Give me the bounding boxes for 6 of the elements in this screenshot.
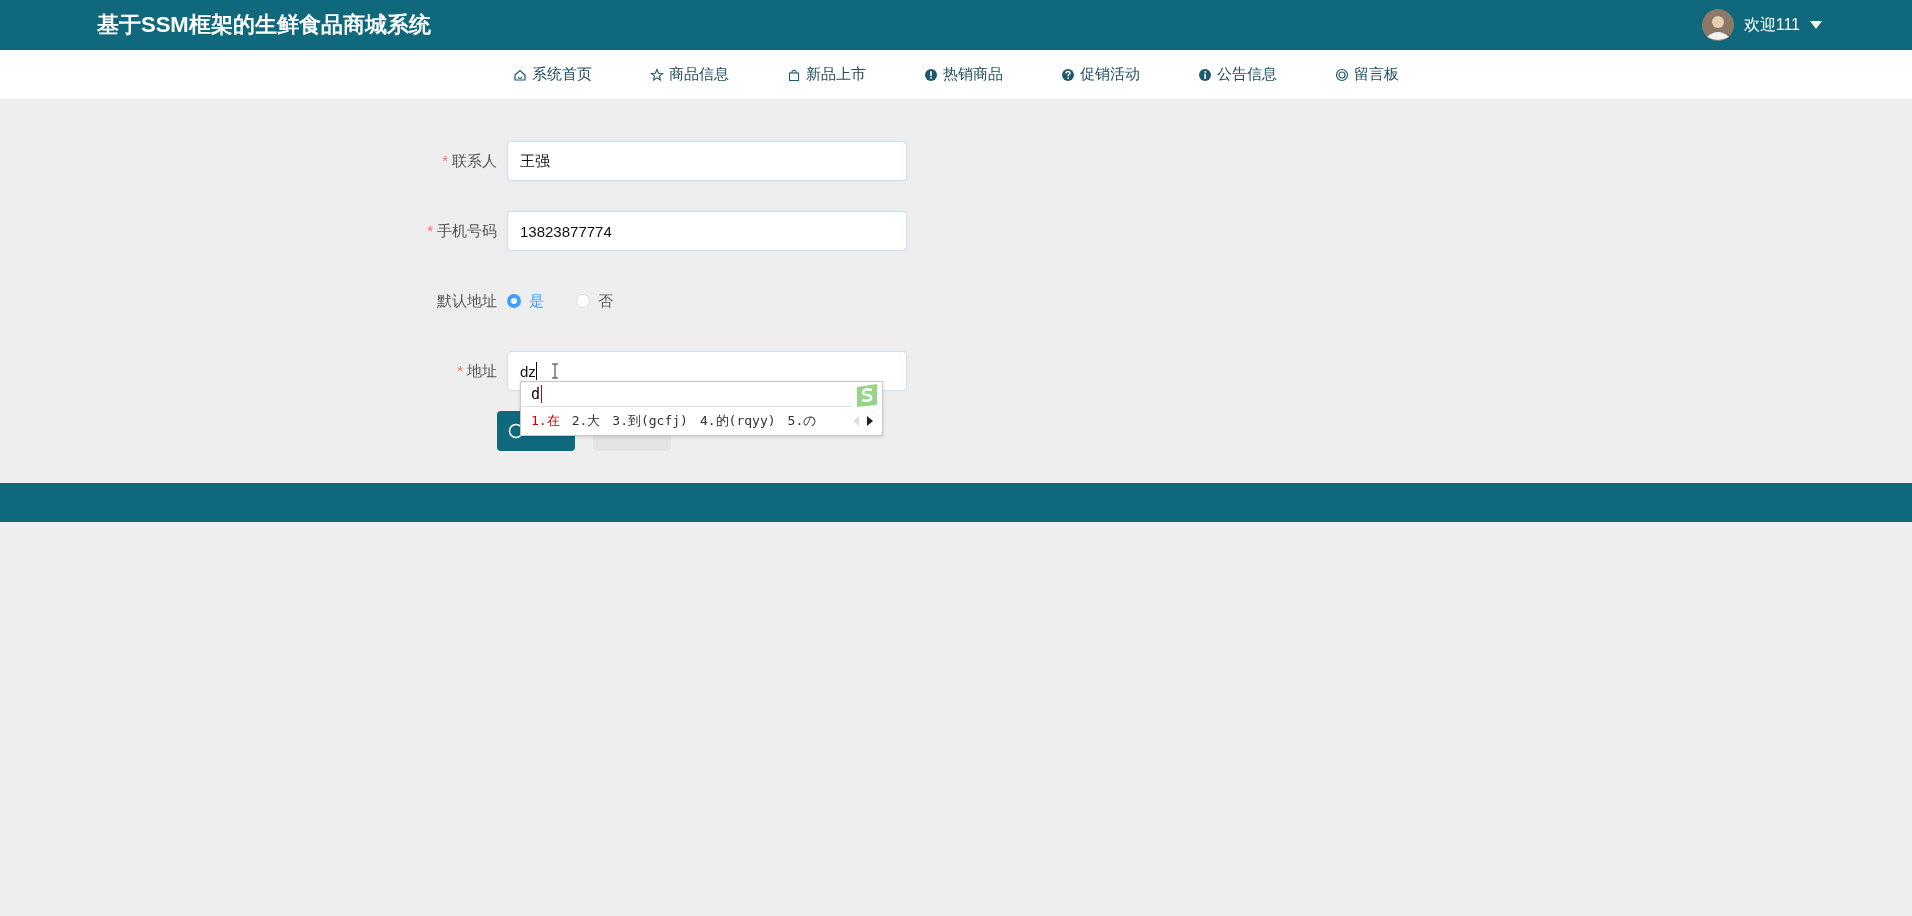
field-label: * 地址 bbox=[456, 361, 498, 381]
site-title: 基于SSM框架的生鲜食品商城系统 bbox=[97, 11, 431, 39]
field-label: * 联系人 bbox=[441, 151, 498, 171]
field-label: 默认地址 bbox=[436, 291, 498, 311]
ime-composition: d bbox=[531, 385, 543, 403]
field-label: * 手机号码 bbox=[426, 221, 498, 241]
